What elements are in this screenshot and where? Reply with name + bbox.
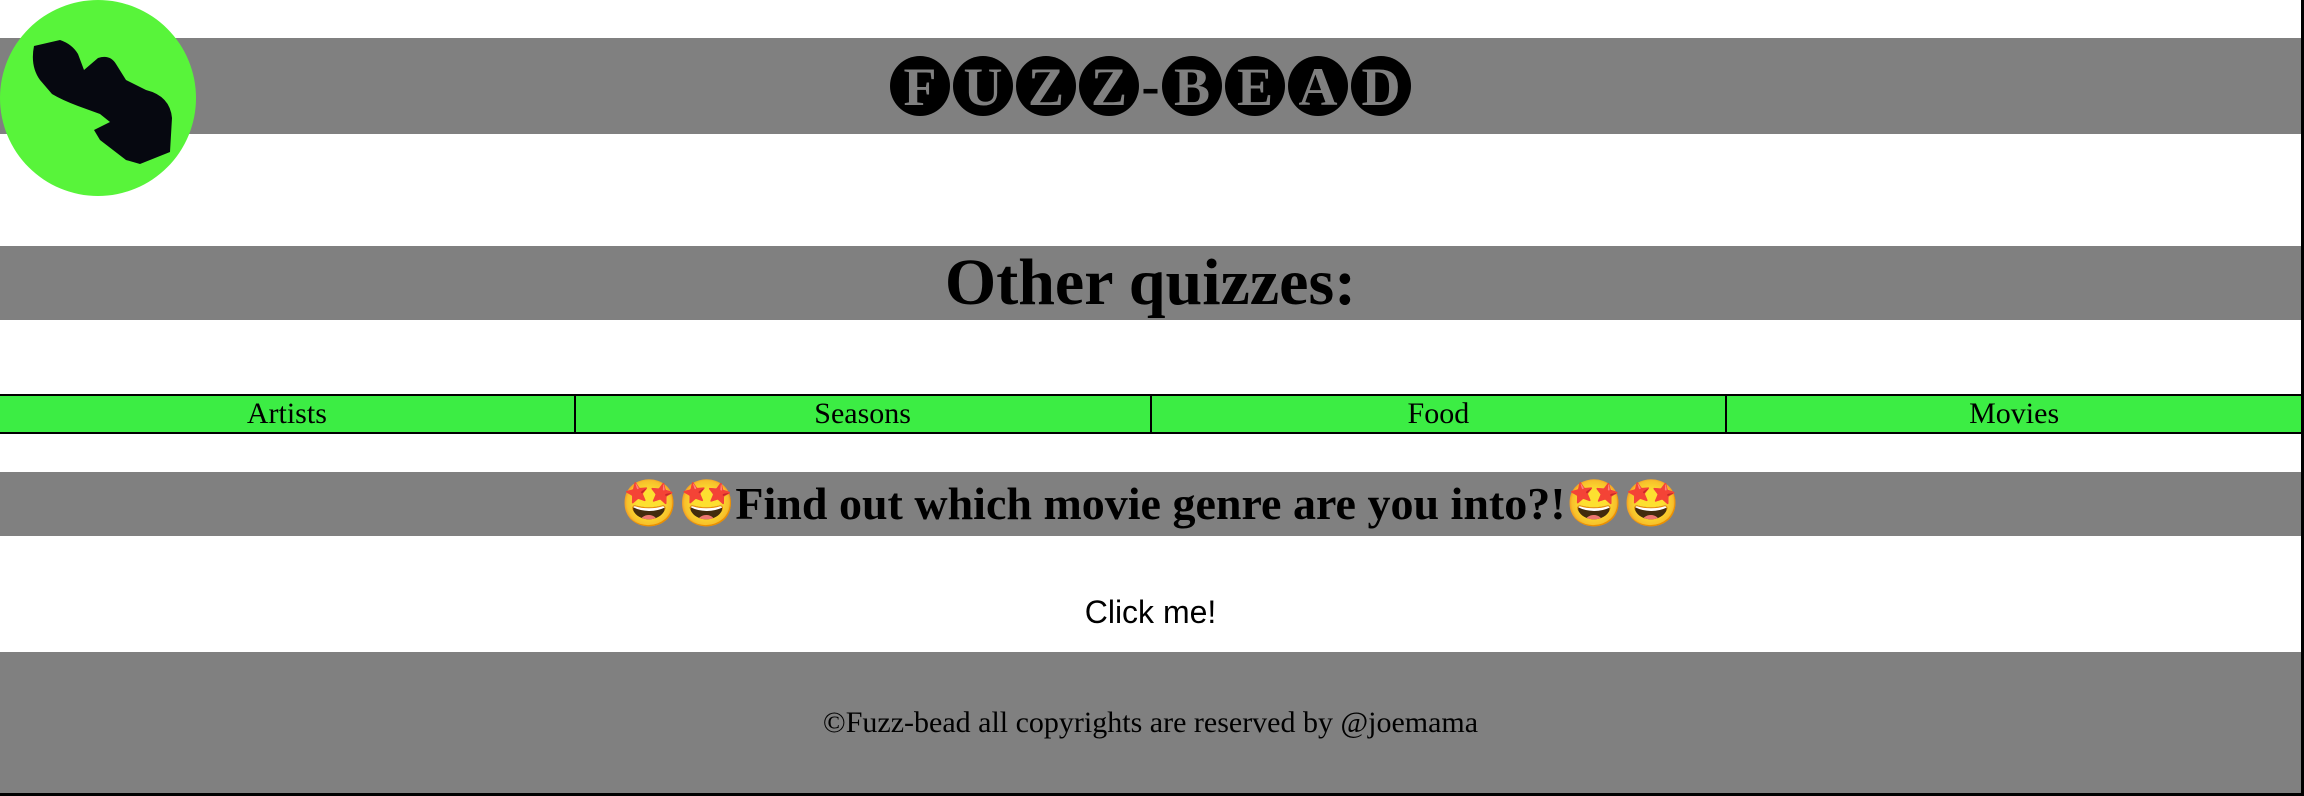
copyright-text: ©Fuzz-bead all copyrights are reserved b… <box>822 705 1479 739</box>
brand-letter: E <box>1224 56 1285 117</box>
quiz-nav: Artists Seasons Food Movies <box>0 394 2301 434</box>
header-band: F U Z Z - B E A D <box>0 38 2301 134</box>
nav-item-seasons[interactable]: Seasons <box>576 396 1152 432</box>
brand-letter: U <box>953 56 1013 117</box>
brand-letter: B <box>1161 56 1222 117</box>
brand-letter: D <box>1350 56 1411 117</box>
logo[interactable] <box>0 0 196 196</box>
page: F U Z Z - B E A D Other quizzes: Artists… <box>0 0 2304 796</box>
nav-item-artists[interactable]: Artists <box>0 396 576 432</box>
brand-letter: Z <box>1079 56 1139 117</box>
other-quizzes-band: Other quizzes: <box>0 246 2301 320</box>
movie-quiz-heading: 🤩🤩Find out which movie genre are you int… <box>620 478 1681 529</box>
nav-item-food[interactable]: Food <box>1152 396 1728 432</box>
brand-separator: - <box>1141 56 1160 116</box>
click-me-container: Click me! <box>0 590 2301 634</box>
brand-letter: F <box>890 56 950 117</box>
movie-quiz-band: 🤩🤩Find out which movie genre are you int… <box>0 472 2301 536</box>
hand-pointing-down-icon <box>0 0 196 196</box>
brand-letter: Z <box>1016 56 1076 117</box>
brand-title: F U Z Z - B E A D <box>889 56 1413 117</box>
brand-letter: A <box>1287 56 1348 117</box>
footer: ©Fuzz-bead all copyrights are reserved b… <box>0 652 2301 793</box>
nav-item-movies[interactable]: Movies <box>1727 396 2301 432</box>
other-quizzes-heading: Other quizzes: <box>944 246 1357 319</box>
click-me-button[interactable]: Click me! <box>1085 594 1217 630</box>
